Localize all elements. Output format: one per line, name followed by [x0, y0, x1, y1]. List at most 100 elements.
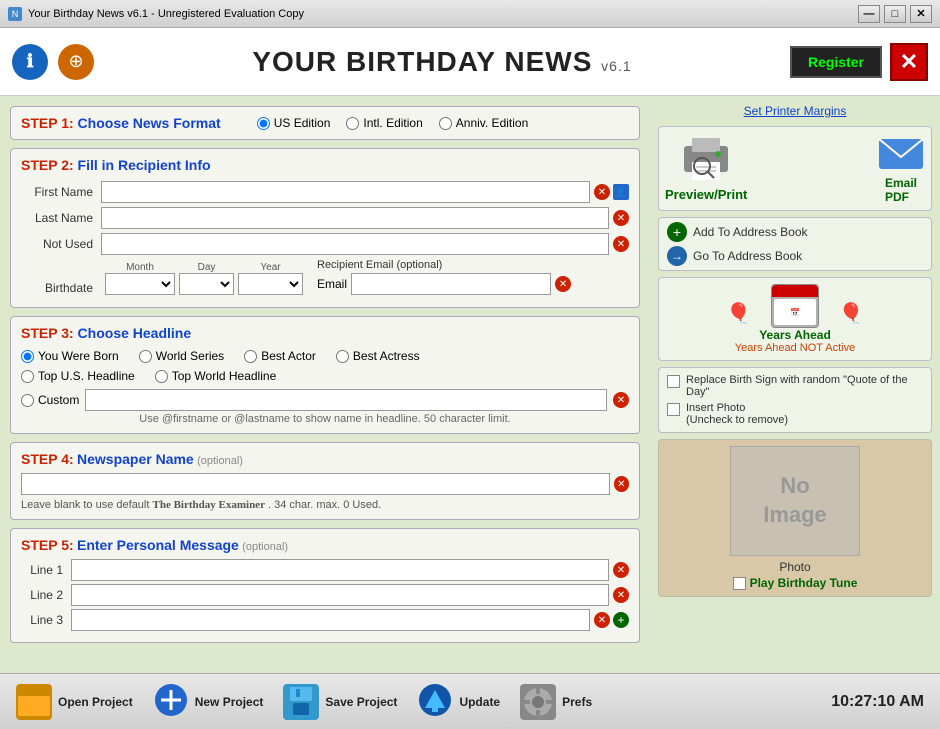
- step1-label: STEP 1:: [21, 115, 74, 131]
- top-world-headline-option[interactable]: Top World Headline: [155, 369, 277, 383]
- world-series-radio[interactable]: [139, 350, 152, 363]
- email-section: Recipient Email (optional) Email ✕: [317, 259, 629, 295]
- you-were-born-option[interactable]: You Were Born: [21, 349, 119, 363]
- you-were-born-radio[interactable]: [21, 350, 34, 363]
- newspaper-clear-icon[interactable]: ✕: [614, 476, 629, 492]
- intl-edition-option[interactable]: Intl. Edition: [346, 116, 422, 130]
- day-select[interactable]: [179, 273, 234, 295]
- email-clear-icon[interactable]: ✕: [555, 276, 571, 292]
- printer-svg: [680, 136, 732, 182]
- preview-print-button[interactable]: [680, 136, 732, 185]
- last-name-label: Last Name: [21, 211, 101, 225]
- email-icon-svg: [877, 133, 925, 173]
- left-panel: STEP 1: Choose News Format US Edition In…: [0, 96, 650, 673]
- update-button[interactable]: Update: [417, 682, 500, 721]
- intl-edition-radio[interactable]: [346, 117, 359, 130]
- line1-clear-icon[interactable]: ✕: [613, 562, 629, 578]
- month-select[interactable]: [105, 273, 175, 295]
- world-series-option[interactable]: World Series: [139, 349, 224, 363]
- app-close-button[interactable]: ✕: [890, 43, 928, 81]
- line1-label: Line 1: [21, 563, 71, 577]
- play-tune-label[interactable]: Play Birthday Tune: [750, 576, 858, 590]
- step4-header: STEP 4: Newspaper Name (optional): [21, 451, 629, 467]
- best-actor-option[interactable]: Best Actor: [244, 349, 316, 363]
- line2-icons: ✕: [609, 587, 629, 603]
- not-used-label: Not Used: [21, 237, 101, 251]
- open-project-button[interactable]: Open Project: [16, 684, 133, 720]
- add-address-icon: +: [667, 222, 687, 242]
- play-tune-row: Play Birthday Tune: [733, 576, 858, 590]
- newspaper-input-row: ✕: [21, 473, 629, 495]
- email-pdf-label: EmailPDF: [885, 176, 917, 204]
- email-pdf-button[interactable]: [877, 133, 925, 176]
- insert-photo-checkbox[interactable]: [667, 403, 680, 416]
- best-actress-option[interactable]: Best Actress: [336, 349, 420, 363]
- email-input[interactable]: [351, 273, 551, 295]
- maximize-button[interactable]: □: [884, 5, 906, 23]
- years-label: Years Ahead: [759, 328, 831, 342]
- go-address-button[interactable]: → Go To Address Book: [667, 246, 923, 266]
- custom-headline-input[interactable]: [85, 389, 607, 411]
- line2-label: Line 2: [21, 588, 71, 602]
- anniv-edition-option[interactable]: Anniv. Edition: [439, 116, 529, 130]
- printer-margins-link[interactable]: Set Printer Margins: [658, 104, 932, 118]
- step3-section: STEP 3: Choose Headline You Were Born Wo…: [10, 316, 640, 434]
- custom-clear-icon[interactable]: ✕: [613, 392, 629, 408]
- save-project-button[interactable]: Save Project: [283, 684, 397, 720]
- close-button[interactable]: ✕: [910, 5, 932, 23]
- line3-input[interactable]: [71, 609, 590, 631]
- photo-label: Photo: [779, 560, 810, 574]
- line2-input[interactable]: [71, 584, 609, 606]
- first-name-clear-icon[interactable]: ✕: [594, 184, 610, 200]
- year-select[interactable]: [238, 273, 303, 295]
- prefs-icon: [520, 684, 556, 720]
- first-name-person-icon[interactable]: 👤: [613, 184, 629, 200]
- line2-clear-icon[interactable]: ✕: [613, 587, 629, 603]
- newspaper-name-input[interactable]: [21, 473, 610, 495]
- line1-input[interactable]: [71, 559, 609, 581]
- last-name-clear-icon[interactable]: ✕: [613, 210, 629, 226]
- preview-label[interactable]: Preview/Print: [665, 187, 747, 202]
- top-world-headline-radio[interactable]: [155, 370, 168, 383]
- minimize-button[interactable]: —: [858, 5, 880, 23]
- years-status: Years Ahead NOT Active: [735, 342, 855, 354]
- best-actor-radio[interactable]: [244, 350, 257, 363]
- right-panel: Set Printer Margins: [650, 96, 940, 673]
- info-icon[interactable]: ℹ: [12, 44, 48, 80]
- quote-of-day-checkbox[interactable]: [667, 375, 680, 388]
- step2-header: STEP 2: Fill in Recipient Info: [21, 157, 629, 173]
- prefs-label: Prefs: [562, 695, 592, 709]
- custom-option[interactable]: Custom: [21, 393, 79, 407]
- top-us-headline-option[interactable]: Top U.S. Headline: [21, 369, 135, 383]
- line3-clear-icon[interactable]: ✕: [594, 612, 610, 628]
- new-project-button[interactable]: New Project: [153, 682, 264, 721]
- play-tune-checkbox[interactable]: [733, 577, 746, 590]
- add-address-button[interactable]: + Add To Address Book: [667, 222, 923, 242]
- us-edition-radio[interactable]: [257, 117, 270, 130]
- register-button[interactable]: Register: [790, 46, 882, 78]
- not-used-input[interactable]: [101, 233, 609, 255]
- update-icon: [417, 682, 453, 718]
- line3-add-icon[interactable]: +: [613, 612, 629, 628]
- last-name-row: Last Name ✕: [21, 207, 629, 229]
- month-wrap: Month: [105, 262, 175, 295]
- top-us-headline-radio[interactable]: [21, 370, 34, 383]
- custom-radio[interactable]: [21, 394, 34, 407]
- app-version: v6.1: [601, 58, 631, 74]
- not-used-clear-icon[interactable]: ✕: [613, 236, 629, 252]
- years-ahead-section: 🎈 📅 Years Ahead 🎈 Years Ahead NOT Active: [658, 277, 932, 361]
- last-name-input[interactable]: [101, 207, 609, 229]
- step5-header: STEP 5: Enter Personal Message (optional…: [21, 537, 629, 553]
- us-edition-option[interactable]: US Edition: [257, 116, 331, 130]
- anniv-edition-radio[interactable]: [439, 117, 452, 130]
- help-icon[interactable]: ⊕: [58, 44, 94, 80]
- preview-wrap: Preview/Print: [665, 136, 747, 202]
- main-layout: STEP 1: Choose News Format US Edition In…: [0, 96, 940, 673]
- best-actress-radio[interactable]: [336, 350, 349, 363]
- years-ahead-button[interactable]: 📅 Years Ahead: [759, 284, 831, 342]
- first-name-input[interactable]: [101, 181, 590, 203]
- prefs-button[interactable]: Prefs: [520, 684, 592, 720]
- line2-row: Line 2 ✕: [21, 584, 629, 606]
- line3-icons: ✕ +: [590, 612, 629, 628]
- line1-row: Line 1 ✕: [21, 559, 629, 581]
